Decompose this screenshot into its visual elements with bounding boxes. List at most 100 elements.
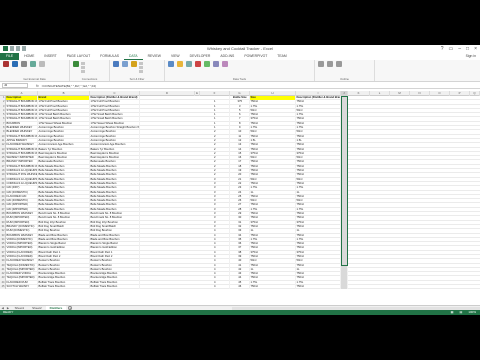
- remove-duplicates-button[interactable]: [185, 61, 192, 71]
- table-row: 45 SCOTCH WHISKY Buffalo Trace Bourbon Buff…: [0, 285, 480, 290]
- name-box[interactable]: J2: [2, 83, 28, 88]
- from-web-button[interactable]: [11, 61, 18, 71]
- refresh-all-button[interactable]: [72, 61, 79, 71]
- cell[interactable]: 4: [200, 285, 230, 290]
- tab-home[interactable]: HOME: [19, 53, 39, 60]
- tab-formulas[interactable]: FORMULAS: [95, 53, 124, 60]
- cell[interactable]: SCOTCH WHISKY: [6, 285, 38, 290]
- normal-view-icon[interactable]: ▦: [451, 310, 454, 315]
- document-title: Whiskey and Cocktail Tracker - Excel: [206, 46, 274, 51]
- from-access-button[interactable]: [2, 61, 9, 71]
- group-label: Connections: [81, 77, 98, 81]
- sort-icon: [121, 61, 128, 67]
- text-to-columns-icon: [167, 61, 174, 67]
- filter-icon: [130, 61, 137, 67]
- text-file-icon: [20, 61, 27, 67]
- help-button[interactable]: ?: [441, 46, 444, 52]
- properties-small-icon[interactable]: [81, 66, 85, 69]
- tab-view[interactable]: VIEW: [166, 53, 185, 60]
- consolidate-button[interactable]: [203, 61, 210, 71]
- data-validation-button[interactable]: [194, 61, 201, 71]
- clear-small-icon[interactable]: [139, 62, 143, 65]
- tab-add-ins[interactable]: ADD-INS: [215, 53, 239, 60]
- group-sort-filter: Sort & Filter: [110, 60, 165, 81]
- excel-window: Whiskey and Cocktail Tracker - Excel ? ▭…: [0, 45, 480, 315]
- reapply-small-icon[interactable]: [139, 66, 143, 69]
- database-icon: [2, 61, 9, 67]
- tab-team[interactable]: TEAM: [272, 53, 291, 60]
- group-connections: Connections: [70, 60, 110, 81]
- page-layout-view-icon[interactable]: ▤: [459, 310, 462, 315]
- group-get-external-data: Get External Data: [0, 60, 70, 81]
- flash-fill-button[interactable]: [176, 61, 183, 71]
- other-sources-icon: [29, 61, 36, 67]
- connections-small-buttons: [81, 61, 85, 74]
- formula-bar: J2 fx =CONCATENATE(B2," ",D2," ",E2," ",…: [0, 83, 480, 89]
- worksheet-grid[interactable]: ABCDEFGHIJKLMNOPQ 1 Description Brand Descr…: [0, 91, 480, 305]
- sign-in-link[interactable]: Sign in: [466, 53, 476, 60]
- relationships-button[interactable]: [221, 61, 228, 71]
- cell[interactable]: 750ml: [250, 285, 296, 290]
- window-controls: ? ▭ – □ ×: [441, 46, 477, 52]
- data-validation-icon: [194, 61, 201, 67]
- selected-range: [341, 96, 348, 266]
- consolidate-icon: [203, 61, 210, 67]
- cell[interactable]: Buffalo Trace Bourbon: [90, 285, 140, 290]
- remove-duplicates-icon: [185, 61, 192, 67]
- relationships-icon: [221, 61, 228, 67]
- function-icon[interactable]: fx: [36, 84, 39, 88]
- sort-button[interactable]: [121, 61, 128, 71]
- tab-review[interactable]: REVIEW: [143, 53, 166, 60]
- tab-data[interactable]: DATA: [124, 53, 143, 60]
- globe-icon: [11, 61, 18, 67]
- minimize-button[interactable]: –: [458, 46, 461, 52]
- cell[interactable]: 46: [230, 285, 250, 290]
- existing-connections-button[interactable]: [38, 61, 45, 71]
- ribbon-panel: Get External Data Connections Sort & Fil…: [0, 60, 480, 82]
- maximize-button[interactable]: □: [466, 46, 469, 52]
- group-label: Data Tools: [232, 77, 247, 81]
- selected-cell[interactable]: [341, 285, 348, 290]
- group-button[interactable]: [317, 61, 324, 71]
- ribbon-display-button[interactable]: ▭: [449, 46, 454, 52]
- cell[interactable]: 750ml: [296, 285, 341, 290]
- subtotal-button[interactable]: [335, 61, 342, 71]
- filter-small-buttons: [139, 61, 143, 74]
- tab-developer[interactable]: DEVELOPER: [185, 53, 216, 60]
- group-icon: [317, 61, 324, 67]
- cell[interactable]: Buffalo Trace Bourbon: [38, 285, 90, 290]
- advanced-small-icon[interactable]: [139, 70, 143, 73]
- connections-small-icon[interactable]: [81, 62, 85, 65]
- connections-icon: [38, 61, 45, 67]
- from-other-sources-button[interactable]: [29, 61, 36, 71]
- video-frame: Whiskey and Cocktail Tracker - Excel ? ▭…: [0, 0, 480, 360]
- edit-links-small-icon[interactable]: [81, 70, 85, 73]
- tab-page-layout[interactable]: PAGE LAYOUT: [62, 53, 95, 60]
- zoom-level[interactable]: 100%: [468, 310, 476, 315]
- status-right: ▦ ▤ 100%: [451, 310, 476, 315]
- worksheet-rows: 1 Description Brand Description (Distiller …: [0, 96, 480, 290]
- tab-powerpivot[interactable]: POWERPIVOT: [239, 53, 272, 60]
- text-to-columns-button[interactable]: [167, 61, 174, 71]
- group-label: Get External Data: [23, 77, 46, 81]
- tab-insert[interactable]: INSERT: [39, 53, 61, 60]
- subtotal-icon: [335, 61, 342, 67]
- status-bar: READY ▦ ▤ 100%: [0, 310, 480, 315]
- what-if-icon: [212, 61, 219, 67]
- group-data-tools: Data Tools: [165, 60, 315, 81]
- from-text-button[interactable]: [20, 61, 27, 71]
- ungroup-button[interactable]: [326, 61, 333, 71]
- sort-az-button[interactable]: [112, 61, 119, 71]
- title-bar: Whiskey and Cocktail Tracker - Excel ? ▭…: [0, 45, 480, 53]
- what-if-analysis-button[interactable]: [212, 61, 219, 71]
- close-button[interactable]: ×: [474, 46, 477, 52]
- group-outline: Outline: [315, 60, 375, 81]
- formula-input[interactable]: =CONCATENATE(B2," ",D2," ",E2," ",F2): [42, 84, 97, 88]
- status-ready: READY: [3, 310, 14, 314]
- flash-fill-icon: [176, 61, 183, 67]
- ungroup-icon: [326, 61, 333, 67]
- group-label: Outline: [340, 77, 349, 81]
- ribbon-tabs: FILE HOME INSERT PAGE LAYOUT FORMULAS DA…: [0, 53, 480, 60]
- filter-button[interactable]: [130, 61, 137, 71]
- tab-file[interactable]: FILE: [0, 53, 20, 60]
